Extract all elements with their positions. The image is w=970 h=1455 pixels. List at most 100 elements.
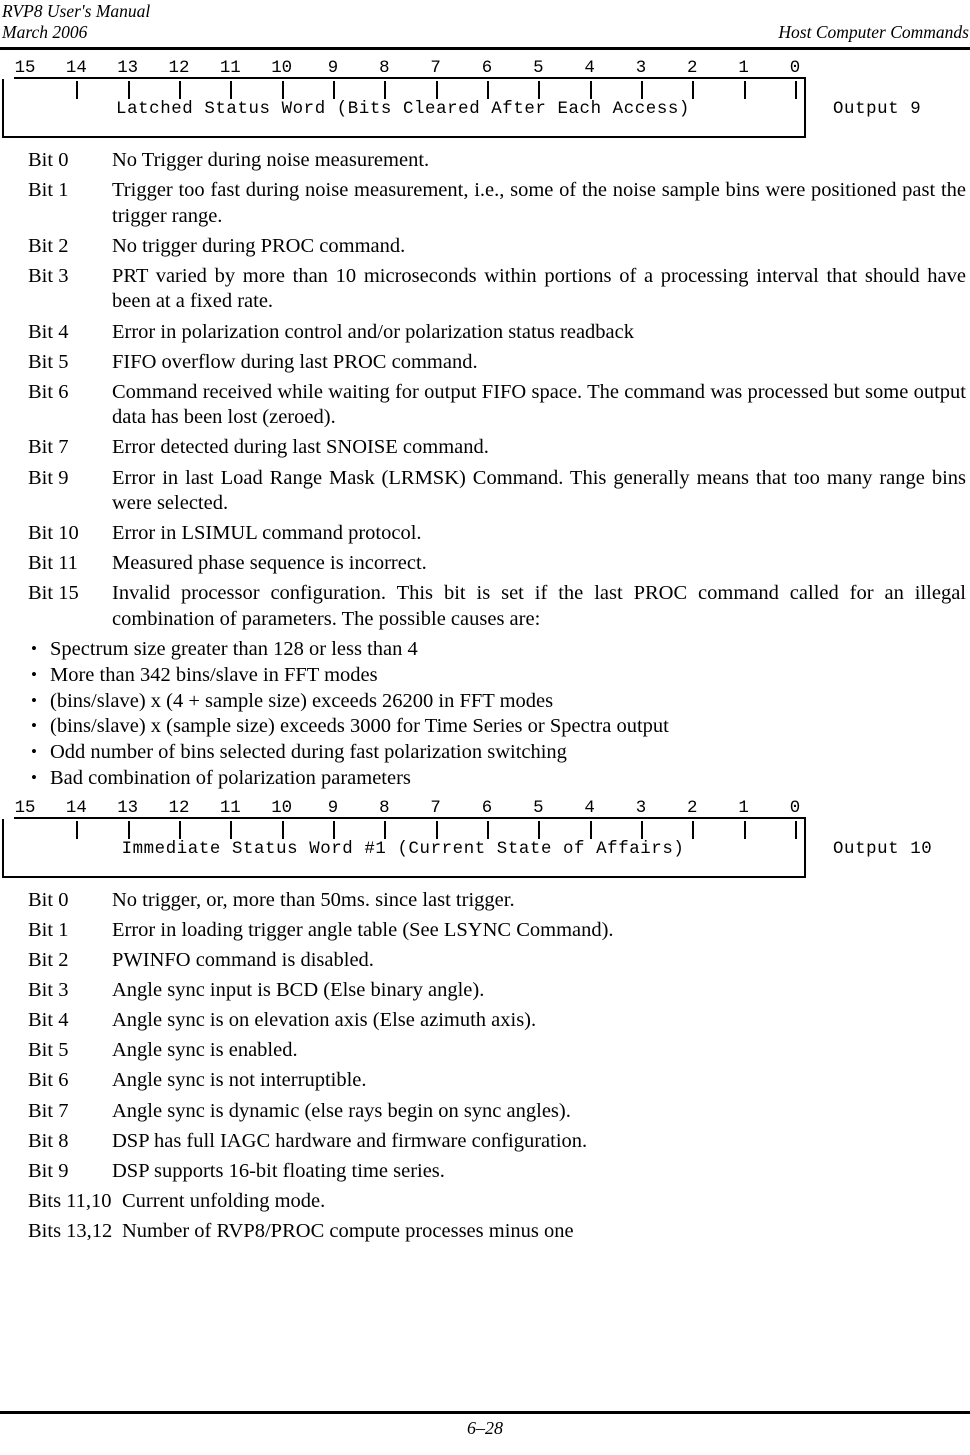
bit-label: Bit 4 xyxy=(28,320,69,343)
bit-label: Bit 10 xyxy=(28,522,79,545)
bit-tick xyxy=(12,821,38,839)
bit-label: Bits 11,10 xyxy=(28,1189,112,1212)
bit-description: Current unfolding mode. xyxy=(122,1189,326,1212)
bit-description: Command received while waiting for outpu… xyxy=(112,380,966,429)
bit-row: Bit 7 Angle sync is dynamic (else rays b… xyxy=(0,1099,970,1125)
bit-number: 9 xyxy=(327,798,339,818)
bit-description: FIFO overflow during last PROC command. xyxy=(112,350,478,373)
bit-description: No Trigger during noise measurement. xyxy=(112,149,430,171)
bit-number: 15 xyxy=(14,59,36,78)
bit-number: 4 xyxy=(584,798,595,818)
bit-description: Error in polarization control and/or pol… xyxy=(112,320,634,343)
bit-row: Bit 9 DSP supports 16-bit floating time … xyxy=(0,1159,970,1185)
bit-tick xyxy=(115,820,141,839)
bit-description: Error in LSIMUL command protocol. xyxy=(112,522,422,545)
bit-number: 0 xyxy=(789,59,801,78)
bit-row: Bit 10 Error in LSIMUL command protocol. xyxy=(0,521,970,547)
bit-number: 5 xyxy=(533,59,544,78)
bit-number-underline xyxy=(14,77,806,79)
bit-tick xyxy=(525,820,551,839)
bit-tick xyxy=(679,81,705,99)
bit-description: Error detected during last SNOISE comman… xyxy=(112,436,489,459)
bit-row: Bit 3 PRT varied by more than 10 microse… xyxy=(0,264,970,315)
bit-label: Bit 9 xyxy=(28,1159,69,1182)
bit-tick xyxy=(371,81,397,99)
bit-row: Bit 9 Error in last Load Range Mask (LRM… xyxy=(0,466,970,517)
header-divider xyxy=(0,47,970,50)
bit-row: Bit 1 Error in loading trigger angle tab… xyxy=(0,918,970,944)
bit-number: 14 xyxy=(65,798,87,818)
bit-tick xyxy=(63,81,89,99)
bit-tick xyxy=(628,81,654,99)
diagram-label-immediate: Immediate Status Word #1 (Current State … xyxy=(121,839,685,859)
bit-tick xyxy=(320,81,346,99)
bit-label: Bit 6 xyxy=(28,380,69,403)
section-title: Host Computer Commands xyxy=(778,22,969,42)
bit-tick xyxy=(577,81,603,99)
immediate-status-bit-list: Bit 0 No trigger, or, more than 50ms. si… xyxy=(0,888,970,1245)
bit-number: 6 xyxy=(481,59,493,78)
bit-label: Bit 7 xyxy=(28,436,69,459)
bit-row: Bit 2 No trigger during PROC command. xyxy=(0,234,970,260)
bit-label: Bit 5 xyxy=(28,350,69,373)
bit-row: Bit 6 Command received while waiting for… xyxy=(0,380,970,431)
diagram-bottom-border xyxy=(2,875,806,878)
bit-label: Bit 11 xyxy=(28,552,78,575)
bitfield-diagram-immediate-status-word: 15 14 13 12 11 10 9 8 7 6 5 4 3 2 1 0 Im… xyxy=(0,798,970,888)
bit-description: DSP supports 16-bit floating time series… xyxy=(112,1159,445,1182)
bit-row: Bit 4 Angle sync is on elevation axis (E… xyxy=(0,1008,970,1034)
bit-label: Bit 7 xyxy=(28,1099,69,1122)
cause-item: (bins/slave) x (sample size) exceeds 300… xyxy=(22,713,970,740)
bit-row: Bit 7 Error detected during last SNOISE … xyxy=(0,435,970,461)
bit-tick xyxy=(577,820,603,839)
bit-description: Error in last Load Range Mask (LRMSK) Co… xyxy=(112,466,966,515)
bit-number-row-2: 15 14 13 12 11 10 9 8 7 6 5 4 3 2 1 0 xyxy=(10,798,810,819)
page-number: 6–28 xyxy=(467,1418,503,1438)
bit-label: Bit 15 xyxy=(28,582,79,605)
cause-item: Spectrum size greater than 128 or less t… xyxy=(22,636,970,663)
bit-row: Bits 13,12 Number of RVP8/PROC compute p… xyxy=(0,1219,970,1245)
bit-tick xyxy=(782,820,808,839)
bit-tick xyxy=(679,820,705,839)
bit-tick xyxy=(474,81,500,99)
bit-row: Bit 0 No Trigger during noise measuremen… xyxy=(0,148,970,174)
publication-date: March 2006 xyxy=(2,22,88,42)
diagram-output-immediate: Output 10 xyxy=(833,839,933,859)
bit-tick xyxy=(628,820,654,839)
bit-number: 8 xyxy=(379,59,390,78)
bit-number: 10 xyxy=(271,798,293,818)
bit-number: 8 xyxy=(379,798,390,818)
bit-number: 0 xyxy=(789,798,801,818)
bit-tick xyxy=(731,81,757,99)
bit-tick xyxy=(269,81,295,99)
bit-description: DSP has full IAGC hardware and firmware … xyxy=(112,1129,588,1152)
bit-number: 9 xyxy=(327,59,339,78)
bit-divider-ticks-2 xyxy=(10,820,810,839)
bit-number: 6 xyxy=(481,798,493,818)
bit-label: Bit 5 xyxy=(28,1039,69,1062)
manual-title: RVP8 User's Manual xyxy=(2,1,151,21)
bit-tick xyxy=(217,81,243,99)
bit-row: Bit 1 Trigger too fast during noise meas… xyxy=(0,178,970,229)
document-body: 15 14 13 12 11 10 9 8 7 6 5 4 3 2 1 0 La… xyxy=(0,58,970,1249)
bit-label: Bit 6 xyxy=(28,1069,69,1092)
bit-description: PRT varied by more than 10 microseconds … xyxy=(112,264,966,313)
bit-number: 4 xyxy=(584,59,595,78)
bit-description: Number of RVP8/PROC compute processes mi… xyxy=(122,1219,574,1242)
bit-description: Invalid processor configuration. This bi… xyxy=(112,582,966,630)
bit-number: 7 xyxy=(430,798,441,818)
bit-row: Bit 5 Angle sync is enabled. xyxy=(0,1038,970,1064)
bit-label: Bit 9 xyxy=(28,466,69,489)
bit-row: Bit 5 FIFO overflow during last PROC com… xyxy=(0,350,970,376)
bit-row: Bits 11,10 Current unfolding mode. xyxy=(0,1189,970,1215)
bit-tick xyxy=(371,820,397,839)
bit-number: 11 xyxy=(219,59,241,78)
bit-number: 1 xyxy=(738,798,749,818)
bit-description: PWINFO command is disabled. xyxy=(112,949,374,972)
diagram-label-latched: Latched Status Word (Bits Cleared After … xyxy=(116,100,690,119)
bit-number: 14 xyxy=(65,59,87,78)
diagram-output-latched: Output 9 xyxy=(833,100,922,119)
bit-description: Trigger too fast during noise measuremen… xyxy=(112,179,966,227)
bit-number: 11 xyxy=(219,798,241,818)
bit-row: Bit 0 No trigger, or, more than 50ms. si… xyxy=(0,888,970,914)
